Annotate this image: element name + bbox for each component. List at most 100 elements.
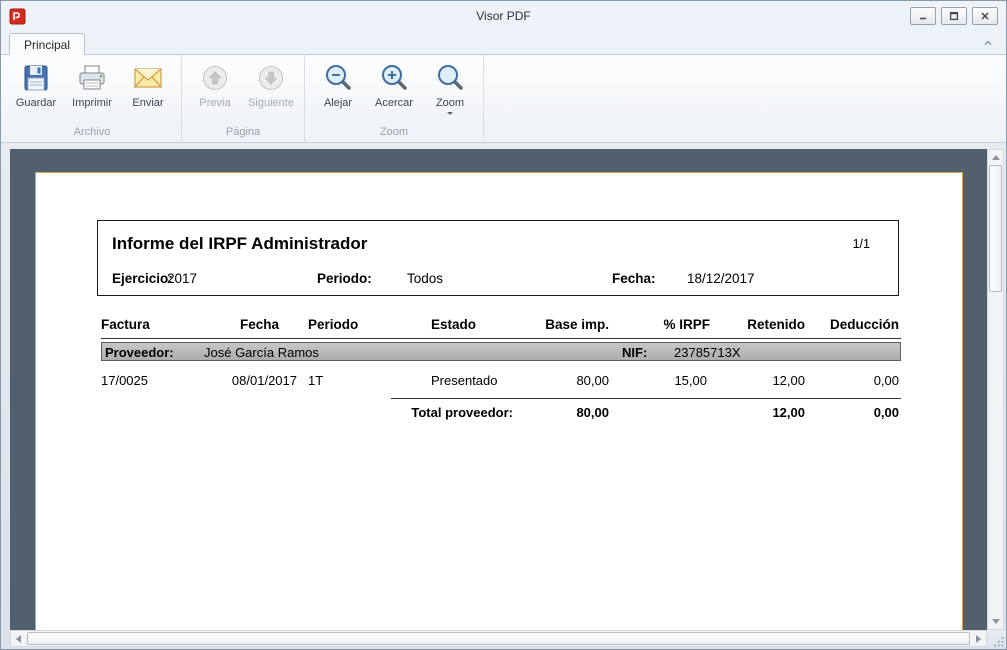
fecha-value: 18/12/2017 bbox=[687, 271, 755, 286]
page-indicator: 1/1 bbox=[853, 237, 870, 251]
enviar-label: Enviar bbox=[132, 97, 163, 109]
header-base-imp: Base imp. bbox=[521, 317, 611, 333]
provider-name: José García Ramos bbox=[204, 343, 319, 362]
nif-label: NIF: bbox=[622, 343, 647, 362]
chevron-up-icon bbox=[982, 37, 994, 49]
scroll-left-icon bbox=[16, 635, 21, 643]
arrow-down-circle-icon bbox=[255, 62, 287, 94]
pagina-buttons: Previa Siguiente bbox=[188, 59, 298, 124]
scroll-right-icon bbox=[976, 635, 981, 643]
pdf-page: Informe del IRPF Administrador 1/1 Ejerc… bbox=[35, 172, 963, 630]
cell-estado: Presentado bbox=[391, 373, 521, 389]
total-row: Total proveedor: 80,00 12,00 0,00 bbox=[101, 405, 901, 421]
cell-fecha: 08/01/2017 bbox=[221, 373, 297, 389]
cell-retenido: 12,00 bbox=[712, 373, 807, 389]
cell-factura: 17/0025 bbox=[101, 373, 221, 389]
report-header-box: Informe del IRPF Administrador 1/1 Ejerc… bbox=[97, 220, 899, 296]
cell-periodo: 1T bbox=[297, 373, 391, 389]
imprimir-label: Imprimir bbox=[72, 97, 112, 109]
guardar-label: Guardar bbox=[16, 97, 56, 109]
total-retenido: 12,00 bbox=[712, 405, 807, 421]
pdf-app-icon bbox=[9, 8, 26, 25]
title-bar: Visor PDF bbox=[1, 1, 1006, 31]
header-estado: Estado bbox=[391, 317, 521, 333]
scrollbar-corner bbox=[987, 630, 1006, 649]
header-retenido: Retenido bbox=[712, 317, 807, 333]
previa-label: Previa bbox=[199, 97, 230, 109]
scroll-down-button[interactable] bbox=[988, 614, 1003, 629]
zoom-icon bbox=[434, 62, 466, 94]
imprimir-button[interactable]: Imprimir bbox=[65, 59, 119, 109]
scroll-left-button[interactable] bbox=[11, 631, 26, 646]
window-controls bbox=[910, 7, 998, 25]
dropdown-arrow-icon bbox=[447, 112, 453, 118]
zoom-in-icon bbox=[378, 62, 410, 94]
ribbon-group-pagina: Previa Siguiente Página bbox=[182, 55, 305, 142]
total-label: Total proveedor: bbox=[101, 405, 521, 421]
pdf-viewport: Informe del IRPF Administrador 1/1 Ejerc… bbox=[10, 149, 987, 630]
save-icon bbox=[20, 62, 52, 94]
minimize-icon bbox=[918, 11, 928, 21]
nif-value: 23785713X bbox=[674, 343, 741, 362]
acercar-label: Acercar bbox=[375, 97, 413, 109]
cell-base-imp: 80,00 bbox=[521, 373, 611, 389]
cell-irpf: 15,00 bbox=[611, 373, 712, 389]
collapse-ribbon-button[interactable] bbox=[979, 35, 997, 50]
tab-principal[interactable]: Principal bbox=[9, 33, 85, 55]
group-label-zoom: Zoom bbox=[311, 124, 477, 142]
resize-grip-icon[interactable] bbox=[992, 635, 1005, 648]
periodo-value: Todos bbox=[407, 271, 443, 286]
provider-group-bar: Proveedor: José García Ramos NIF: 237857… bbox=[101, 342, 901, 361]
ejercicio-value: 2017 bbox=[167, 271, 197, 286]
ejercicio-label: Ejercicio: bbox=[112, 271, 173, 286]
enviar-button[interactable]: Enviar bbox=[121, 59, 175, 109]
horizontal-scrollbar-thumb[interactable] bbox=[27, 632, 970, 645]
scroll-up-button[interactable] bbox=[988, 150, 1003, 165]
alejar-label: Alejar bbox=[324, 97, 352, 109]
ribbon-group-archivo: Guardar Imprimir bbox=[3, 55, 182, 142]
zoom-label: Zoom bbox=[436, 97, 464, 109]
group-label-pagina: Página bbox=[188, 124, 298, 142]
zoom-buttons: Alejar Acercar Zoom bbox=[311, 59, 477, 124]
header-factura: Factura bbox=[101, 317, 221, 333]
maximize-button[interactable] bbox=[941, 7, 967, 25]
header-deduccion: Deducción bbox=[807, 317, 901, 333]
table-header-row: Factura Fecha Periodo Estado Base imp. %… bbox=[101, 317, 901, 339]
horizontal-scrollbar[interactable] bbox=[10, 630, 987, 647]
siguiente-label: Siguiente bbox=[248, 97, 294, 109]
total-irpf-empty bbox=[611, 405, 712, 421]
vertical-scrollbar[interactable] bbox=[987, 149, 1004, 630]
zoom-dropdown-button[interactable]: Zoom bbox=[423, 59, 477, 118]
archivo-buttons: Guardar Imprimir bbox=[9, 59, 175, 124]
ribbon: Guardar Imprimir bbox=[1, 54, 1006, 143]
scroll-up-icon bbox=[992, 155, 1000, 160]
siguiente-button[interactable]: Siguiente bbox=[244, 59, 298, 109]
scroll-down-icon bbox=[992, 619, 1000, 624]
group-label-archivo: Archivo bbox=[9, 124, 175, 142]
vertical-scrollbar-thumb[interactable] bbox=[989, 165, 1002, 292]
acercar-button[interactable]: Acercar bbox=[367, 59, 421, 109]
periodo-label: Periodo: bbox=[317, 271, 372, 286]
previa-button[interactable]: Previa bbox=[188, 59, 242, 109]
vertical-scrollbar-track[interactable] bbox=[988, 292, 1003, 614]
printer-icon bbox=[76, 62, 108, 94]
header-periodo: Periodo bbox=[297, 317, 391, 333]
report-title: Informe del IRPF Administrador bbox=[112, 234, 367, 254]
app-window: Visor PDF Principal bbox=[0, 0, 1007, 650]
total-divider bbox=[391, 398, 901, 399]
document-workspace: Informe del IRPF Administrador 1/1 Ejerc… bbox=[1, 143, 1006, 649]
table-row: 17/0025 08/01/2017 1T Presentado 80,00 1… bbox=[101, 373, 901, 389]
window-title: Visor PDF bbox=[1, 9, 1006, 23]
minimize-button[interactable] bbox=[910, 7, 936, 25]
guardar-button[interactable]: Guardar bbox=[9, 59, 63, 109]
zoom-out-icon bbox=[322, 62, 354, 94]
fecha-label: Fecha: bbox=[612, 271, 656, 286]
alejar-button[interactable]: Alejar bbox=[311, 59, 365, 109]
arrow-up-circle-icon bbox=[199, 62, 231, 94]
close-icon bbox=[980, 11, 990, 21]
maximize-icon bbox=[949, 11, 959, 21]
ribbon-group-zoom: Alejar Acercar Zoom bbox=[305, 55, 484, 142]
header-irpf: % IRPF bbox=[611, 317, 712, 333]
scroll-right-button[interactable] bbox=[971, 631, 986, 646]
close-button[interactable] bbox=[972, 7, 998, 25]
